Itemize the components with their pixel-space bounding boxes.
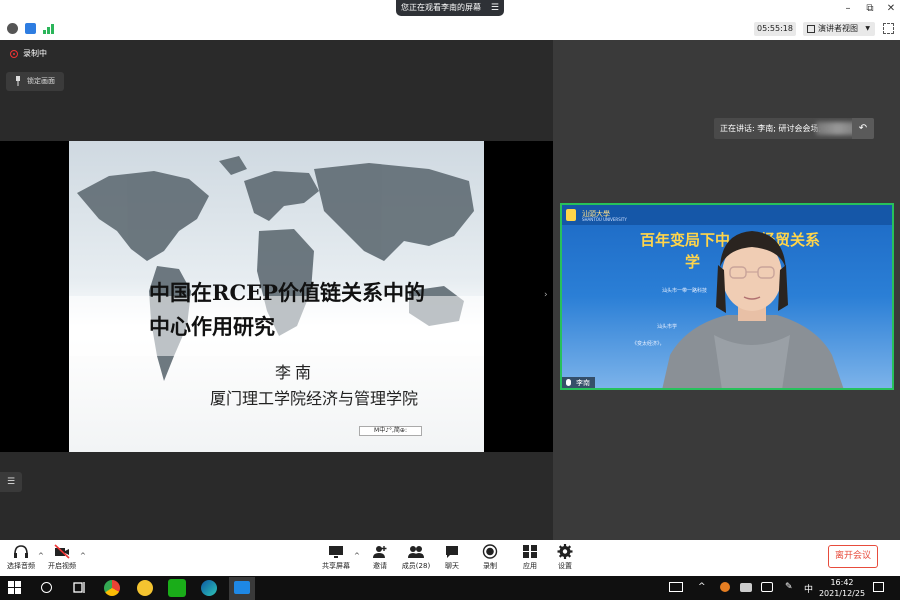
video-label: 开启视频 <box>48 562 76 570</box>
slide-title-line1: 中国在RCEP价值链关系中的 <box>149 280 425 305</box>
participant-name: 李南 <box>576 379 590 387</box>
lock-screen-button[interactable]: 锁定画面 <box>6 72 64 91</box>
clock[interactable]: 16:42 2021/12/25 <box>818 577 866 599</box>
presentation-slide: 中国在RCEP价值链关系中的 中心作用研究 李南 厦门理工学院经济与管理学院 M… <box>69 141 484 452</box>
tray-app-icon[interactable] <box>720 582 730 592</box>
pen-icon[interactable]: ✎ <box>785 582 793 592</box>
chevron-right-icon[interactable]: › <box>544 290 548 300</box>
settings-label: 设置 <box>558 562 572 570</box>
sharing-notice[interactable]: 您正在观看李南的屏幕 ☰ <box>396 0 504 16</box>
chrome-icon[interactable] <box>104 580 120 596</box>
meeting-timer: 05:55:18 <box>754 22 796 36</box>
members-icon <box>408 546 424 558</box>
apps-icon <box>523 545 537 558</box>
participant-figure <box>662 231 844 388</box>
clock-time: 16:42 <box>830 578 854 587</box>
participant-name-tag: 李南 <box>562 377 595 388</box>
info-icon[interactable] <box>7 23 18 34</box>
ime-toolbar[interactable]: M中♪°,简⊕: <box>359 426 422 436</box>
slide-author: 李南 <box>275 363 316 382</box>
maximize-button[interactable]: ⧉ <box>863 2 877 16</box>
network-icon[interactable] <box>761 582 773 592</box>
camera-off-icon <box>54 544 70 559</box>
chevron-down-icon: ▼ <box>865 25 870 32</box>
chat-icon <box>446 546 458 558</box>
windows-start-icon[interactable] <box>8 581 22 595</box>
video-button[interactable]: 开启视频 <box>42 540 82 576</box>
participant-video[interactable]: 汕頭大學 SHANTOU UNIVERSITY 百年变局下中 经贸关系 学 汕头… <box>560 203 894 390</box>
headset-icon <box>14 545 28 558</box>
share-screen-button[interactable]: 共享屏幕 <box>316 540 356 576</box>
record-dot-icon <box>10 50 18 58</box>
taskbar-active-app[interactable] <box>229 577 255 600</box>
meeting-toolbar: 选择音频 ^ 开启视频 ^ 共享屏幕 ^ 邀请 成员(28) 聊天 录制 应用 … <box>0 540 900 576</box>
add-user-icon <box>373 546 387 558</box>
close-button[interactable]: ✕ <box>884 2 898 16</box>
microphone-icon <box>566 379 571 386</box>
recording-label: 录制中 <box>23 49 47 58</box>
meeting-window: 您正在观看李南的屏幕 ☰ 05:55:18 演讲者视图 ▼ – ⧉ ✕ 录制中 … <box>0 0 900 600</box>
gear-icon <box>557 544 573 559</box>
sharing-notice-text: 您正在观看李南的屏幕 <box>401 3 481 12</box>
speaker-view-label: 演讲者视图 <box>818 24 858 33</box>
chevron-up-icon[interactable]: ^ <box>80 552 86 560</box>
record-icon <box>482 544 498 559</box>
clock-date: 2021/12/25 <box>818 589 866 598</box>
ime-indicator[interactable]: 中 <box>804 582 813 595</box>
leave-meeting-button[interactable]: 离开会议 <box>828 545 878 568</box>
recording-indicator: 录制中 <box>7 47 47 61</box>
university-logo-icon <box>566 209 576 221</box>
menu-icon[interactable]: ☰ <box>491 0 499 16</box>
speaker-view-dropdown[interactable]: 演讲者视图 ▼ <box>803 22 875 36</box>
meeting-app-icon <box>234 581 250 594</box>
fullscreen-icon[interactable] <box>883 23 894 34</box>
tray-app-icon[interactable] <box>740 583 752 592</box>
minimize-button[interactable]: – <box>841 2 855 16</box>
audio-button[interactable]: 选择音频 <box>1 540 41 576</box>
slide-title-line2: 中心作用研究 <box>149 314 275 339</box>
settings-button[interactable]: 设置 <box>545 540 585 576</box>
wechat-icon[interactable] <box>168 579 186 597</box>
share-screen-label: 共享屏幕 <box>322 562 350 570</box>
notification-icon[interactable] <box>873 582 884 592</box>
edge-icon[interactable] <box>201 580 217 596</box>
search-icon[interactable] <box>41 582 52 593</box>
active-speaker-text: 正在讲话: 李南; 研讨会会场; <box>720 124 822 133</box>
screen-share-icon <box>329 546 343 558</box>
active-speaker-notice: 正在讲话: 李南; 研讨会会场; ↶ <box>714 118 874 139</box>
browser-icon[interactable] <box>137 580 153 596</box>
task-view-icon[interactable] <box>72 581 86 594</box>
shield-icon[interactable] <box>25 23 36 34</box>
slide-affiliation: 厦门理工学院经济与管理学院 <box>210 389 419 408</box>
signal-icon[interactable] <box>43 23 55 34</box>
chevron-up-icon[interactable]: ^ <box>698 582 706 592</box>
layout-icon <box>807 25 815 33</box>
chevron-up-icon[interactable]: ^ <box>354 552 360 560</box>
keyboard-icon[interactable] <box>669 582 683 592</box>
return-icon[interactable]: ↶ <box>852 118 874 139</box>
lock-screen-label: 锁定画面 <box>27 77 55 85</box>
banner-university-en: SHANTOU UNIVERSITY <box>582 217 627 222</box>
pin-icon <box>16 76 20 86</box>
record-button[interactable]: 录制 <box>470 540 510 576</box>
list-icon[interactable]: ☰ <box>0 472 22 492</box>
